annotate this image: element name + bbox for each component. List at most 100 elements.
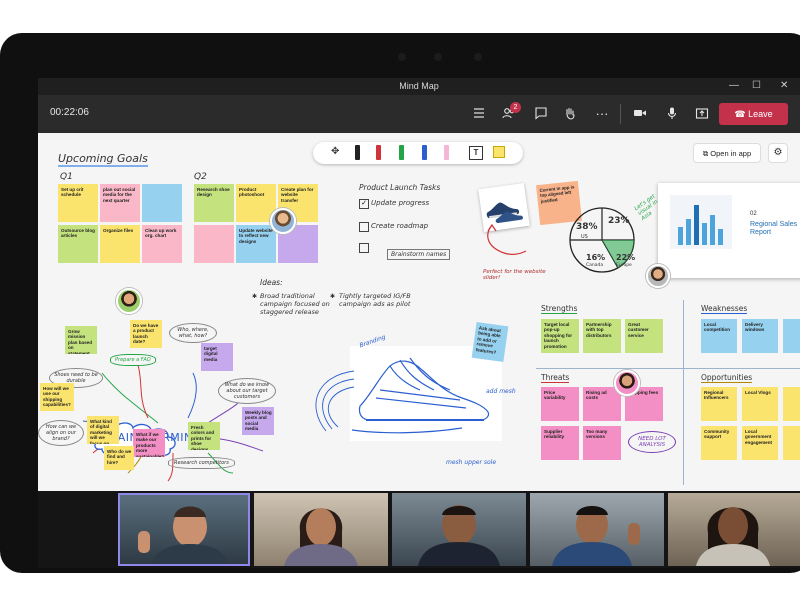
- sticky-note[interactable]: Price variability: [541, 387, 579, 421]
- mind-map-bubble: What do we know about our target custome…: [218, 378, 276, 404]
- sticky-note[interactable]: Outsource blog articles: [58, 225, 98, 263]
- sticky-note[interactable]: Local government engagement: [742, 426, 778, 460]
- text-icon[interactable]: T: [469, 146, 483, 160]
- sticky-note[interactable]: Research shoe design: [194, 184, 234, 222]
- close-icon[interactable]: ✕: [780, 80, 788, 91]
- raise-hand-icon[interactable]: [562, 106, 578, 122]
- mesh-sole-annotation: mesh upper sole: [446, 459, 497, 466]
- avatar: [270, 208, 296, 234]
- need-analysis-annotation: NEED LOT ANALYSIS: [628, 431, 676, 453]
- share-icon[interactable]: [694, 106, 710, 122]
- task-item: Update progress: [371, 199, 430, 207]
- sticky-note[interactable]: Great customer service: [625, 319, 663, 353]
- pen-icon[interactable]: [355, 145, 360, 160]
- sticky-note[interactable]: Do we have a product launch date?: [130, 320, 162, 348]
- mind-map-bubble: Prepare a FAQ: [110, 354, 156, 366]
- participants-list-icon[interactable]: [471, 106, 487, 122]
- sticky-note[interactable]: Regional Influencers: [701, 387, 737, 421]
- sticky-note[interactable]: Local Vlogs: [742, 387, 778, 421]
- opportunities-title: Opportunities: [701, 373, 753, 383]
- camera-lens-icon: [434, 53, 442, 61]
- sticky-note[interactable]: Supplier reliability: [541, 426, 579, 460]
- open-in-app-icon: ⧉: [702, 149, 709, 158]
- maximize-icon[interactable]: ☐: [752, 80, 761, 91]
- sticky-note[interactable]: [783, 387, 800, 421]
- sticky-note[interactable]: Local competition: [701, 319, 737, 353]
- sticky-note[interactable]: Fresh colors and prints for shoe designs: [188, 422, 220, 450]
- pen-icon[interactable]: [422, 145, 427, 160]
- whiteboard-toolbar: ✥ T: [313, 142, 523, 164]
- open-in-app-label: Open in app: [710, 149, 752, 158]
- sticky-note[interactable]: Target local pop-up shopping for launch …: [541, 319, 579, 353]
- sticky-note[interactable]: Clean up work org. chart: [142, 225, 182, 263]
- shoe-sketch-card[interactable]: [350, 346, 502, 441]
- app-screen: Mind Map — ☐ ✕ 00:22:06 2 ··· ☎ Leave ✥ …: [38, 78, 800, 568]
- sticky-note[interactable]: [194, 225, 234, 263]
- pie-label: 23%: [608, 216, 630, 226]
- add-mesh-annotation: add mesh: [486, 388, 516, 395]
- sticky-note[interactable]: plan out social media for the next quart…: [100, 184, 140, 222]
- sticky-note[interactable]: Set up crit schedule: [58, 184, 98, 222]
- pen-icon[interactable]: [376, 145, 381, 160]
- sticky-note[interactable]: Delivery windows: [742, 319, 778, 353]
- sticky-note[interactable]: [783, 426, 800, 460]
- idea-item: Tightly targeted IG/FB campaign ads as p…: [339, 292, 411, 308]
- video-tile[interactable]: [254, 493, 388, 566]
- avatar: [614, 370, 640, 396]
- leave-label: Leave: [748, 109, 773, 119]
- video-tile[interactable]: [392, 493, 526, 566]
- q1-label: Q1: [60, 172, 73, 182]
- task-checkbox[interactable]: [359, 222, 369, 232]
- sticky-note[interactable]: Update website to reflect new designs: [236, 225, 276, 263]
- more-icon[interactable]: ···: [594, 106, 610, 122]
- avatar: [646, 264, 670, 288]
- sticky-note[interactable]: Community support: [701, 426, 737, 460]
- sticky-note[interactable]: What if we make our products more sustai…: [133, 429, 165, 457]
- sticky-note[interactable]: Partnership with top distributors: [583, 319, 621, 353]
- swot-divider: [683, 300, 684, 485]
- meeting-toolbar: 00:22:06 2 ··· ☎ Leave: [38, 95, 800, 133]
- website-slider-annotation: Perfect for the website slider!: [483, 269, 546, 281]
- highlighter-icon[interactable]: [444, 145, 449, 160]
- whiteboard-canvas[interactable]: ✥ T ⧉ Open in app ⚙ Upcoming Goals Q1 Q2…: [38, 133, 800, 491]
- sticky-note[interactable]: What kind of digital marketing will we f…: [87, 416, 119, 444]
- lasso-icon[interactable]: ✥: [331, 146, 339, 157]
- task-item: Create roadmap: [371, 222, 429, 230]
- sticky-note[interactable]: Rising ad costs: [583, 387, 621, 421]
- sticky-note-icon[interactable]: [493, 146, 505, 158]
- sticky-note[interactable]: [783, 319, 800, 353]
- sticky-note[interactable]: How will we use our shipping capabilitie…: [40, 383, 74, 411]
- sticky-note[interactable]: Organize files: [100, 225, 140, 263]
- mic-icon[interactable]: [664, 106, 680, 122]
- sticky-note[interactable]: Too many versions: [583, 426, 621, 460]
- sticky-note[interactable]: Who do we find and hire?: [104, 446, 134, 470]
- sticky-note[interactable]: Weekly blog posts and social media: [242, 407, 274, 435]
- phone-hangup-icon: ☎: [734, 109, 746, 119]
- open-in-app-button[interactable]: ⧉ Open in app: [693, 143, 761, 163]
- gear-icon[interactable]: ⚙: [768, 143, 788, 163]
- arrow-annotation: [487, 223, 527, 255]
- chat-icon[interactable]: [533, 106, 549, 122]
- toolbar-divider: [620, 104, 621, 124]
- video-tile[interactable]: [530, 493, 664, 566]
- sales-report-card[interactable]: 02 Regional Sales Report: [658, 183, 800, 278]
- sticky-note[interactable]: Grow mission plan based on statement: [65, 326, 97, 354]
- video-tile[interactable]: [668, 493, 800, 566]
- camera-icon[interactable]: [632, 106, 648, 122]
- swot-divider: [536, 368, 800, 369]
- leave-button[interactable]: ☎ Leave: [719, 103, 788, 125]
- sticky-note[interactable]: Ask about being able to add or remove fe…: [471, 321, 509, 363]
- camera-lens-icon: [474, 53, 482, 61]
- pie-sublabel: Canada: [586, 263, 604, 268]
- task-checkbox[interactable]: ✓: [359, 199, 369, 209]
- pen-icon[interactable]: [399, 145, 404, 160]
- threats-title: Threats: [541, 373, 570, 383]
- task-checkbox[interactable]: [359, 243, 369, 253]
- participants-badge: 2: [510, 102, 521, 113]
- minimize-icon[interactable]: —: [729, 80, 739, 91]
- mind-map-bubble: Research competitors: [168, 457, 235, 469]
- video-tile-active[interactable]: [118, 493, 250, 566]
- pie-sublabel: US: [581, 234, 588, 240]
- sticky-note[interactable]: target digital media: [201, 343, 233, 371]
- sticky-note[interactable]: [142, 184, 182, 222]
